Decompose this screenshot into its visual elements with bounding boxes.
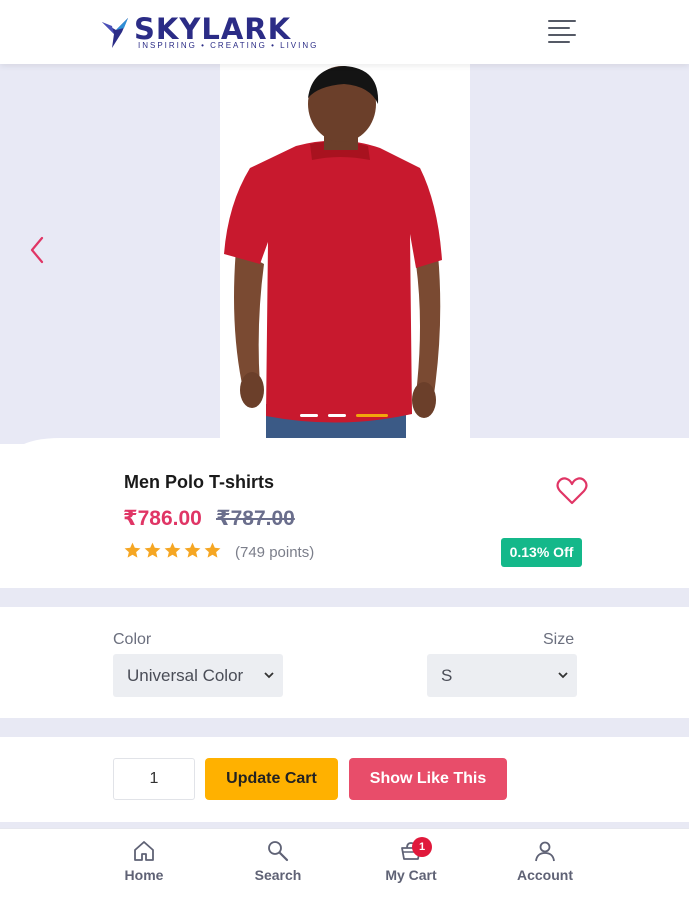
product-image bbox=[220, 64, 470, 438]
user-icon bbox=[535, 841, 555, 862]
show-like-this-button[interactable]: Show Like This bbox=[349, 758, 507, 800]
star-icon bbox=[124, 542, 141, 558]
nav-account[interactable]: Account bbox=[500, 839, 590, 895]
color-select-value: Universal Color bbox=[127, 666, 244, 685]
bottom-navigation: Home Search 1 My Cart Account bbox=[0, 828, 689, 900]
nav-my-cart-label: My Cart bbox=[385, 867, 437, 883]
nav-search[interactable]: Search bbox=[233, 839, 323, 895]
section-divider bbox=[0, 588, 689, 607]
star-icon bbox=[144, 542, 161, 558]
color-label: Color bbox=[113, 631, 152, 648]
product-gallery[interactable] bbox=[0, 64, 689, 444]
product-title: Men Polo T-shirts bbox=[124, 472, 275, 492]
hamburger-menu-icon[interactable] bbox=[546, 18, 578, 46]
search-icon bbox=[268, 841, 289, 862]
product-mrp: ₹787.00 bbox=[216, 507, 295, 530]
rating-stars bbox=[123, 541, 223, 563]
slide-dot-2[interactable] bbox=[328, 414, 346, 417]
section-divider bbox=[0, 718, 689, 737]
home-icon bbox=[134, 841, 154, 861]
color-select[interactable]: Universal Color bbox=[113, 654, 283, 697]
product-info: Men Polo T-shirts ₹786.00 ₹787.00 (749 p… bbox=[0, 438, 689, 588]
update-cart-button[interactable]: Update Cart bbox=[205, 758, 338, 800]
nav-account-label: Account bbox=[517, 867, 573, 883]
nav-search-label: Search bbox=[254, 867, 302, 883]
polo-shirt-illustration bbox=[220, 64, 470, 438]
heart-outline-icon[interactable] bbox=[555, 476, 589, 506]
star-icon bbox=[164, 542, 181, 558]
slide-dot-1[interactable] bbox=[300, 414, 318, 417]
bird-logo-icon bbox=[102, 18, 128, 48]
skylark-logo[interactable]: SKYLARK INSPIRING • CREATING • LIVING bbox=[100, 12, 325, 54]
star-icon bbox=[204, 542, 221, 558]
rating-count: (749 points) bbox=[235, 544, 315, 561]
chevron-down-icon bbox=[264, 672, 274, 679]
size-select[interactable]: S bbox=[427, 654, 577, 697]
slide-dot-3-active[interactable] bbox=[356, 414, 388, 417]
cart-count-badge: 1 bbox=[412, 837, 432, 857]
app-header: SKYLARK INSPIRING • CREATING • LIVING bbox=[0, 0, 689, 64]
star-icon bbox=[184, 542, 201, 558]
chevron-left-icon[interactable] bbox=[26, 234, 50, 266]
nav-home-label: Home bbox=[124, 867, 164, 883]
product-price: ₹786.00 bbox=[123, 507, 202, 530]
nav-my-cart[interactable]: 1 My Cart bbox=[366, 837, 456, 895]
logo-tagline: INSPIRING • CREATING • LIVING bbox=[138, 41, 319, 50]
chevron-down-icon bbox=[558, 672, 568, 679]
quantity-input[interactable]: 1 bbox=[113, 758, 195, 800]
size-select-value: S bbox=[441, 666, 453, 685]
nav-home[interactable]: Home bbox=[99, 839, 189, 895]
discount-badge: 0.13% Off bbox=[501, 538, 582, 567]
size-label: Size bbox=[543, 631, 575, 648]
